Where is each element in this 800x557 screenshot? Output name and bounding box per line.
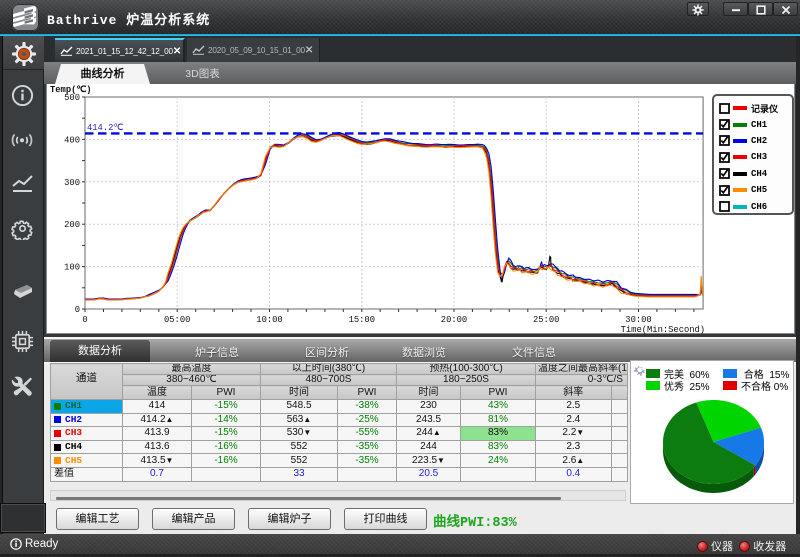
svg-text:400: 400 [64, 135, 80, 145]
svg-text:Time(Min:Second): Time(Min:Second) [621, 325, 705, 334]
svg-text:300: 300 [64, 178, 80, 188]
svg-text:0: 0 [75, 305, 80, 315]
svg-text:10:00: 10:00 [256, 315, 282, 325]
svg-text:20:00: 20:00 [441, 315, 467, 325]
svg-text:0: 0 [82, 315, 87, 325]
svg-text:25:00: 25:00 [533, 315, 559, 325]
svg-text:15:00: 15:00 [349, 315, 375, 325]
svg-text:30:00: 30:00 [625, 315, 651, 325]
svg-text:05:00: 05:00 [164, 315, 190, 325]
svg-text:200: 200 [64, 220, 80, 230]
svg-text:500: 500 [64, 93, 80, 103]
svg-text:100: 100 [64, 263, 80, 273]
svg-text:414.2℃: 414.2℃ [87, 123, 123, 133]
